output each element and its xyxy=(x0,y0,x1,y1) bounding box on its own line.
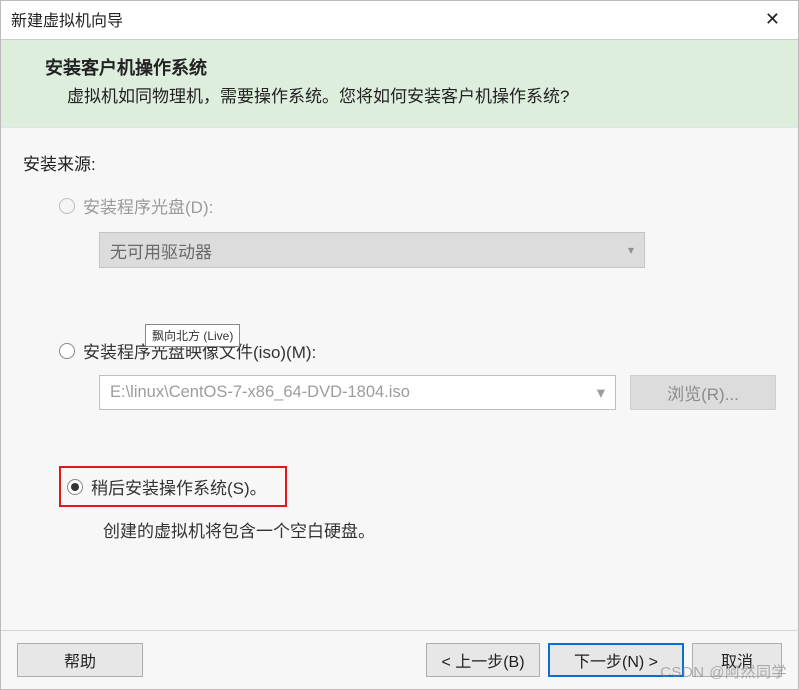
title-bar: 新建虚拟机向导 ✕ xyxy=(1,1,798,39)
cancel-button[interactable]: 取消 xyxy=(692,643,782,677)
media-tooltip: 飘向北方 (Live) xyxy=(145,324,240,347)
close-icon[interactable]: ✕ xyxy=(759,9,786,30)
help-button[interactable]: 帮助 xyxy=(17,643,143,677)
wizard-window: 新建虚拟机向导 ✕ 安装客户机操作系统 虚拟机如同物理机，需要操作系统。您将如何… xyxy=(0,0,799,690)
radio-later[interactable] xyxy=(67,479,83,495)
install-source-label: 安装来源: xyxy=(23,150,776,175)
nav-buttons: < 上一步(B) 下一步(N) > 取消 xyxy=(426,643,782,677)
radio-iso[interactable] xyxy=(59,343,75,359)
chevron-down-icon: ▾ xyxy=(597,383,605,403)
header-subtitle: 虚拟机如同物理机，需要操作系统。您将如何安装客户机操作系统? xyxy=(45,82,770,107)
option-install-later[interactable]: 稍后安装操作系统(S)。 xyxy=(67,474,267,499)
drive-combo-text: 无可用驱动器 xyxy=(110,238,212,263)
header-title: 安装客户机操作系统 xyxy=(45,54,770,80)
option-later-label: 稍后安装操作系统(S)。 xyxy=(91,474,267,499)
option-later-highlight: 稍后安装操作系统(S)。 xyxy=(59,466,287,507)
iso-row: E:\linux\CentOS-7-x86_64-DVD-1804.iso ▾ … xyxy=(59,375,776,410)
option-installer-disc: 安装程序光盘(D): xyxy=(59,193,776,218)
later-note: 创建的虚拟机将包含一个空白硬盘。 xyxy=(59,517,776,542)
browse-button: 浏览(R)... xyxy=(630,375,776,410)
back-button[interactable]: < 上一步(B) xyxy=(426,643,540,677)
iso-path-combo: E:\linux\CentOS-7-x86_64-DVD-1804.iso ▾ xyxy=(99,375,616,410)
wizard-header: 安装客户机操作系统 虚拟机如同物理机，需要操作系统。您将如何安装客户机操作系统? xyxy=(1,39,798,128)
iso-path-text: E:\linux\CentOS-7-x86_64-DVD-1804.iso xyxy=(110,383,410,402)
option-disc-label: 安装程序光盘(D): xyxy=(83,193,213,218)
wizard-content: 安装来源: 安装程序光盘(D): 无可用驱动器 ▾ 飘向北方 (Live) 安装… xyxy=(1,128,798,630)
window-title: 新建虚拟机向导 xyxy=(11,7,123,31)
next-button[interactable]: 下一步(N) > xyxy=(548,643,684,677)
radio-disc xyxy=(59,198,75,214)
drive-combo: 无可用驱动器 ▾ xyxy=(99,232,645,268)
wizard-footer: 帮助 < 上一步(B) 下一步(N) > 取消 xyxy=(1,630,798,689)
chevron-down-icon: ▾ xyxy=(628,243,634,257)
